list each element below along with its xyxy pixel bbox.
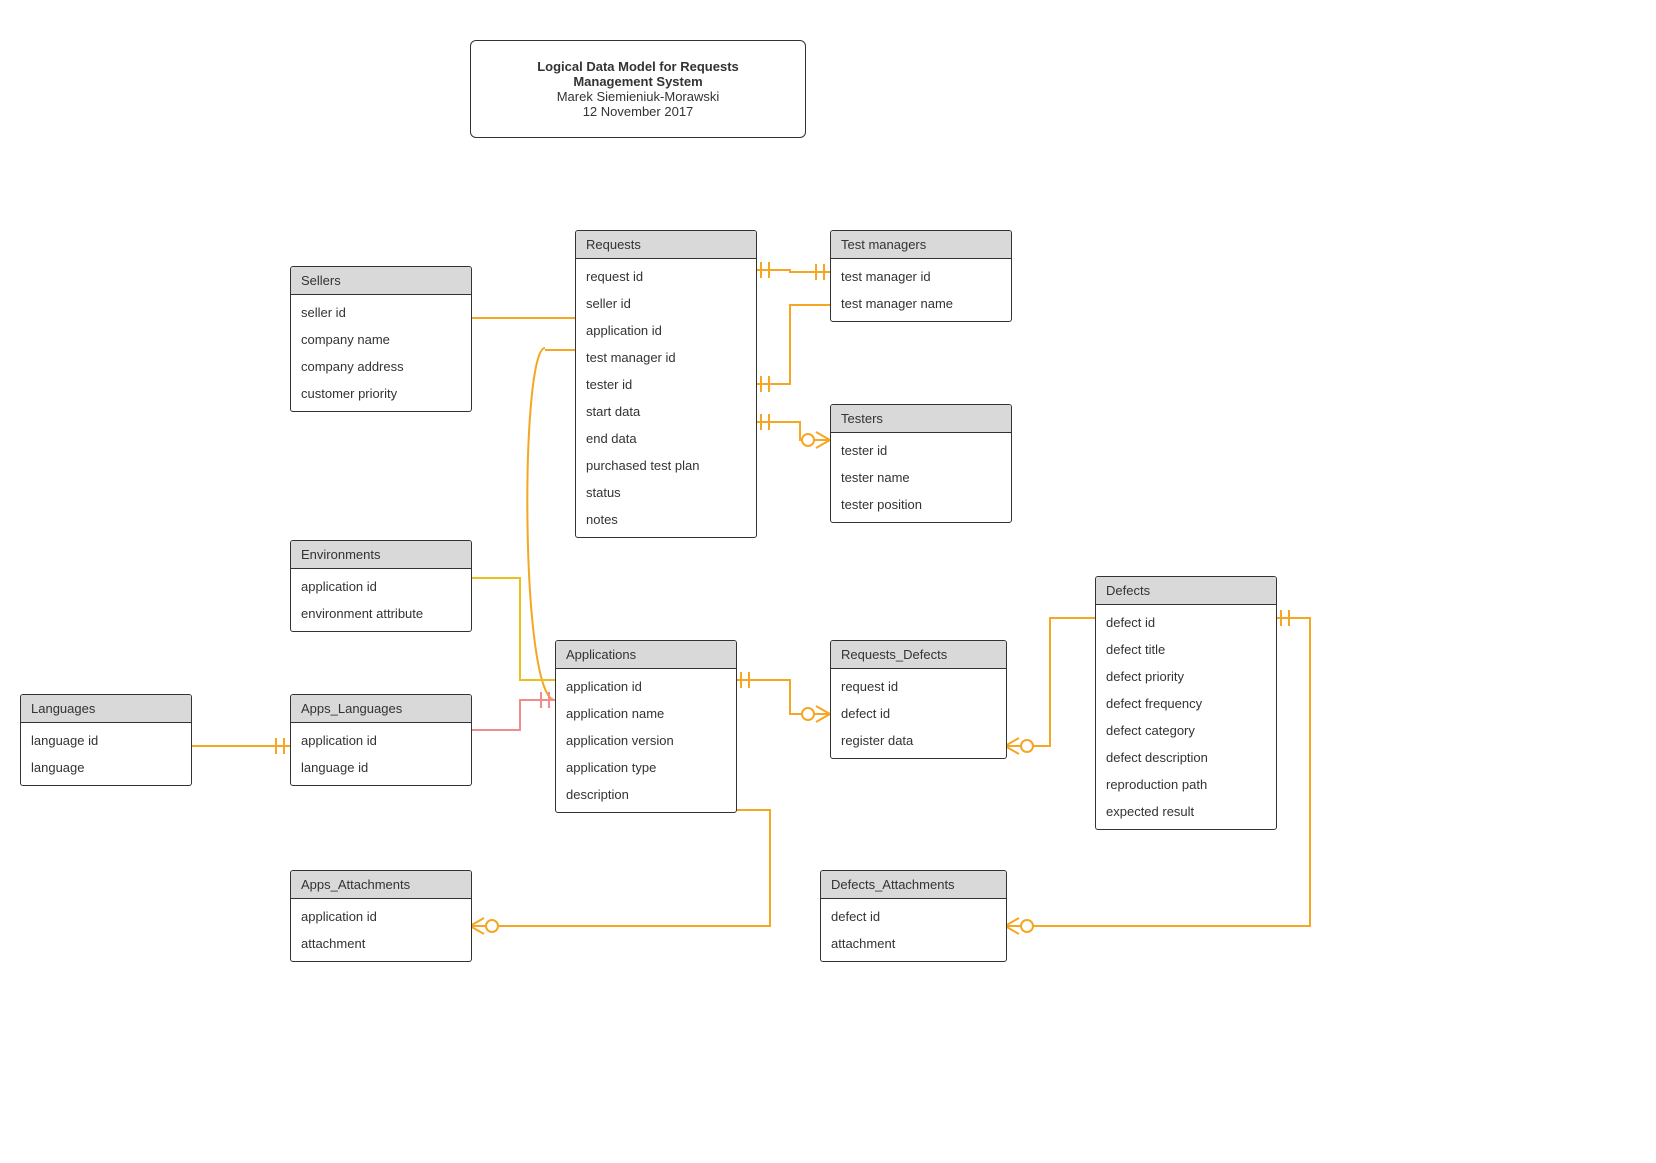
- title-author: Marek Siemieniuk-Morawski: [493, 89, 783, 104]
- entity-attr: company name: [291, 326, 471, 353]
- entity-attr: environment attribute: [291, 600, 471, 627]
- entity-attr: start data: [576, 398, 756, 425]
- entity-attr: end data: [576, 425, 756, 452]
- entity-header: Environments: [291, 541, 471, 569]
- entity-attr: defect category: [1096, 717, 1276, 744]
- entity-attr: application id: [291, 573, 471, 600]
- entity-header: Languages: [21, 695, 191, 723]
- entity-attr: seller id: [576, 290, 756, 317]
- entity-requests: Requests request id seller id applicatio…: [575, 230, 757, 538]
- entity-attr: defect priority: [1096, 663, 1276, 690]
- entity-attr: request id: [576, 263, 756, 290]
- entity-attr: test manager id: [831, 263, 1011, 290]
- entity-header: Sellers: [291, 267, 471, 295]
- entity-defects: Defects defect id defect title defect pr…: [1095, 576, 1277, 830]
- entity-attr: company address: [291, 353, 471, 380]
- entity-attr: notes: [576, 506, 756, 533]
- entity-environments: Environments application id environment …: [290, 540, 472, 632]
- entity-attr: defect id: [1096, 609, 1276, 636]
- title-line1: Logical Data Model for Requests: [493, 59, 783, 74]
- entity-attr: tester id: [576, 371, 756, 398]
- entity-attr: attachment: [291, 930, 471, 957]
- entity-attr: application id: [291, 727, 471, 754]
- diagram-canvas: Logical Data Model for Requests Manageme…: [0, 0, 1656, 1163]
- entity-attr: purchased test plan: [576, 452, 756, 479]
- entity-applications: Applications application id application …: [555, 640, 737, 813]
- entity-languages: Languages language id language: [20, 694, 192, 786]
- entity-attr: seller id: [291, 299, 471, 326]
- entity-attr: attachment: [821, 930, 1006, 957]
- relationship-lines: [0, 0, 1656, 1163]
- entity-header: Apps_Languages: [291, 695, 471, 723]
- entity-attr: tester position: [831, 491, 1011, 518]
- entity-header: Testers: [831, 405, 1011, 433]
- entity-defects-attachments: Defects_Attachments defect id attachment: [820, 870, 1007, 962]
- entity-attr: defect frequency: [1096, 690, 1276, 717]
- entity-testers: Testers tester id tester name tester pos…: [830, 404, 1012, 523]
- entity-attr: defect id: [831, 700, 1006, 727]
- entity-attr: application id: [576, 317, 756, 344]
- entity-attr: reproduction path: [1096, 771, 1276, 798]
- entity-header: Requests_Defects: [831, 641, 1006, 669]
- entity-attr: defect title: [1096, 636, 1276, 663]
- entity-header: Defects: [1096, 577, 1276, 605]
- entity-attr: application version: [556, 727, 736, 754]
- entity-apps-attachments: Apps_Attachments application id attachme…: [290, 870, 472, 962]
- entity-attr: test manager id: [576, 344, 756, 371]
- diagram-title-box: Logical Data Model for Requests Manageme…: [470, 40, 806, 138]
- entity-attr: language id: [291, 754, 471, 781]
- entity-attr: application type: [556, 754, 736, 781]
- entity-header: Requests: [576, 231, 756, 259]
- entity-attr: tester name: [831, 464, 1011, 491]
- entity-attr: description: [556, 781, 736, 808]
- entity-attr: register data: [831, 727, 1006, 754]
- entity-attr: language: [21, 754, 191, 781]
- entity-attr: test manager name: [831, 290, 1011, 317]
- entity-attr: customer priority: [291, 380, 471, 407]
- entity-test-managers: Test managers test manager id test manag…: [830, 230, 1012, 322]
- title-date: 12 November 2017: [493, 104, 783, 119]
- entity-attr: application id: [556, 673, 736, 700]
- entity-attr: defect description: [1096, 744, 1276, 771]
- entity-header: Apps_Attachments: [291, 871, 471, 899]
- entity-attr: tester id: [831, 437, 1011, 464]
- entity-header: Applications: [556, 641, 736, 669]
- entity-attr: expected result: [1096, 798, 1276, 825]
- entity-attr: defect id: [821, 903, 1006, 930]
- title-line2: Management System: [493, 74, 783, 89]
- entity-attr: status: [576, 479, 756, 506]
- entity-attr: language id: [21, 727, 191, 754]
- entity-header: Test managers: [831, 231, 1011, 259]
- entity-header: Defects_Attachments: [821, 871, 1006, 899]
- entity-attr: application id: [291, 903, 471, 930]
- entity-apps-languages: Apps_Languages application id language i…: [290, 694, 472, 786]
- entity-attr: application name: [556, 700, 736, 727]
- entity-sellers: Sellers seller id company name company a…: [290, 266, 472, 412]
- entity-requests-defects: Requests_Defects request id defect id re…: [830, 640, 1007, 759]
- entity-attr: request id: [831, 673, 1006, 700]
